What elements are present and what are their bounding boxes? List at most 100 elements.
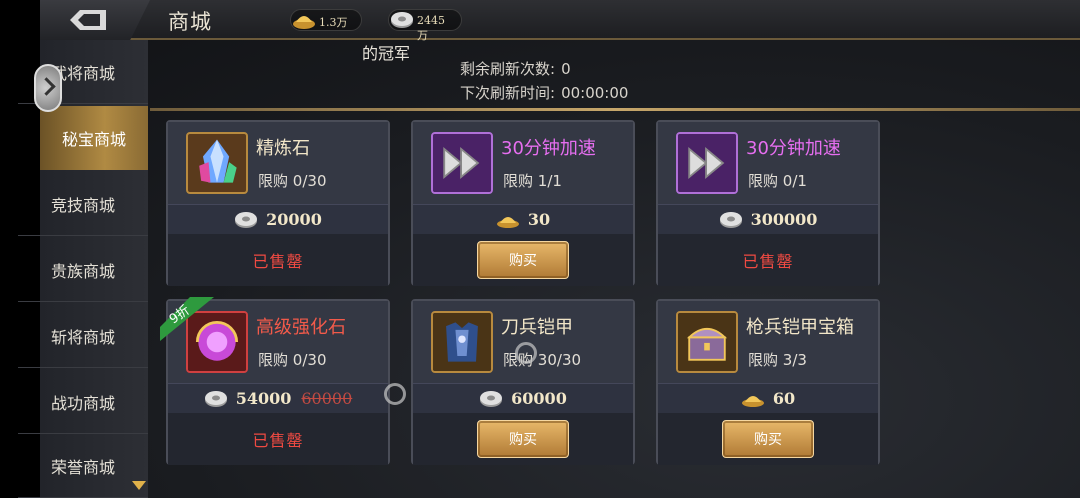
limit-label: 限购 — [258, 172, 289, 190]
item-card-blade-armor: 刀兵铠甲 限购 30/30 60000 购买 — [411, 299, 635, 465]
refresh-count-label: 剩余刷新次数: — [460, 60, 556, 78]
gold-ingot-icon — [293, 16, 315, 29]
limit-value: 30/30 — [537, 351, 582, 369]
price-value: 20000 — [266, 210, 322, 229]
purchase-limit: 限购 0/30 — [258, 349, 326, 370]
card-header: 精炼石 限购 0/30 — [168, 122, 388, 204]
crystal-icon — [186, 132, 248, 194]
limit-value: 3/3 — [782, 351, 807, 369]
sidebar-item-label: 荣誉商城 — [50, 457, 115, 477]
sidebar-item-merit-shop[interactable]: 战功商城 — [18, 370, 148, 434]
limit-label: 限购 — [503, 172, 534, 190]
price-row: 20000 — [168, 204, 388, 234]
card-header: 枪兵铠甲宝箱 限购 3/3 — [658, 301, 878, 383]
sidebar-item-slayer-shop[interactable]: 斩将商城 — [18, 304, 148, 368]
gold-currency: 1.3万 — [290, 9, 362, 31]
price-row: 54000 60000 — [168, 383, 388, 413]
sidebar-item-label: 竞技商城 — [50, 195, 115, 215]
sidebar-item-treasure-shop[interactable]: 秘宝商城 — [40, 106, 148, 170]
gold-ingot-icon — [496, 216, 519, 228]
silver-coin-icon — [391, 12, 413, 28]
sold-out-label: 已售罄 — [742, 252, 794, 271]
silver-coin-icon — [204, 390, 227, 407]
price-value: 54000 — [235, 389, 292, 408]
price-value: 300000 — [750, 210, 818, 229]
limit-value: 0/30 — [292, 351, 327, 369]
price-row: 60000 — [413, 383, 633, 413]
item-card-spear-armor-chest: 枪兵铠甲宝箱 限购 3/3 60 购买 — [656, 299, 880, 465]
scroll-down-icon[interactable] — [132, 481, 146, 490]
card-header: 30分钟加速 限购 0/1 — [658, 122, 878, 204]
item-card-advanced-enhance-stone: 高级强化石 限购 0/30 54000 60000 已售罄 9折 — [160, 297, 390, 465]
card-action: 已售罄 — [168, 413, 388, 465]
price-row: 60 — [658, 383, 878, 413]
refresh-count-value: 0 — [561, 60, 571, 78]
buy-button[interactable]: 购买 — [722, 420, 814, 458]
purchase-limit: 限购 3/3 — [748, 349, 807, 370]
price-value: 60000 — [511, 389, 567, 408]
purchase-limit: 限购 1/1 — [503, 170, 562, 191]
limit-value: 1/1 — [537, 172, 562, 190]
sidebar-item-arena-shop[interactable]: 竞技商城 — [18, 172, 148, 236]
sidebar-item-label: 秘宝商城 — [61, 130, 126, 149]
item-card-speedup-30min: 30分钟加速 限购 1/1 30 购买 — [411, 120, 635, 286]
next-refresh-label: 下次刷新时间: — [460, 84, 556, 102]
buy-button[interactable]: 购买 — [477, 420, 569, 458]
speedup-icon — [676, 132, 738, 194]
purchase-limit: 限购 0/30 — [258, 170, 326, 191]
price-value: 60 — [772, 389, 796, 408]
item-name: 30分钟加速 — [746, 138, 841, 159]
sidebar-item-label: 战功商城 — [50, 393, 115, 413]
next-refresh: 下次刷新时间: 00:00:00 — [460, 82, 628, 103]
refresh-count: 剩余刷新次数: 0 — [460, 58, 571, 79]
armor-icon — [431, 311, 493, 373]
original-price: 60000 — [301, 389, 353, 408]
champion-text: 的冠军 — [362, 44, 411, 63]
item-name: 30分钟加速 — [501, 138, 596, 159]
card-header: 30分钟加速 限购 1/1 — [413, 122, 633, 204]
shop-screen: 商城 1.3万 2445万 武将商城 秘宝商城 竞技商城 贵族商城 斩将商城 战… — [0, 0, 1080, 498]
divider — [150, 108, 1080, 111]
limit-label: 限购 — [748, 172, 779, 190]
silver-coin-icon — [719, 211, 742, 228]
sidebar-item-label: 贵族商城 — [50, 261, 115, 281]
buy-button[interactable]: 购买 — [477, 241, 569, 279]
expand-sidebar-button[interactable] — [34, 64, 62, 112]
item-name: 刀兵铠甲 — [501, 317, 573, 338]
item-name: 枪兵铠甲宝箱 — [746, 317, 854, 338]
next-refresh-value: 00:00:00 — [561, 84, 629, 102]
limit-value: 0/1 — [782, 172, 807, 190]
silver-currency: 2445万 — [388, 9, 462, 42]
item-name: 高级强化石 — [256, 317, 346, 338]
item-card-refining-stone: 精炼石 限购 0/30 20000 已售罄 — [166, 120, 390, 286]
silver-coin-icon — [480, 390, 503, 407]
silver-coin-icon — [235, 211, 258, 228]
sidebar-item-honor-shop[interactable]: 荣誉商城 — [18, 434, 148, 498]
price-row: 30 — [413, 204, 633, 234]
card-action: 购买 — [413, 234, 633, 286]
sold-out-label: 已售罄 — [252, 431, 304, 450]
gold-amount: 1.3万 — [319, 16, 348, 29]
purchase-limit: 限购 0/1 — [748, 170, 807, 191]
limit-value: 0/30 — [292, 172, 327, 190]
card-action: 购买 — [658, 413, 878, 465]
discount-badge: 9折 — [160, 297, 224, 341]
sidebar-item-noble-shop[interactable]: 贵族商城 — [18, 238, 148, 302]
card-action: 已售罄 — [658, 234, 878, 286]
card-action: 购买 — [413, 413, 633, 465]
touch-indicator — [515, 342, 537, 364]
back-arrow-icon[interactable] — [66, 8, 110, 32]
item-card-speedup-30min: 30分钟加速 限购 0/1 300000 已售罄 — [656, 120, 880, 286]
treasure-chest-icon — [676, 311, 738, 373]
limit-label: 限购 — [748, 351, 779, 369]
page-title: 商城 — [168, 10, 212, 34]
limit-label: 限购 — [258, 351, 289, 369]
speedup-icon — [431, 132, 493, 194]
price-value: 30 — [527, 210, 551, 229]
touch-indicator — [384, 383, 406, 405]
card-action: 已售罄 — [168, 234, 388, 286]
gold-ingot-icon — [741, 395, 764, 407]
price-row: 300000 — [658, 204, 878, 234]
sidebar-item-label: 斩将商城 — [50, 327, 115, 347]
sold-out-label: 已售罄 — [252, 252, 304, 271]
